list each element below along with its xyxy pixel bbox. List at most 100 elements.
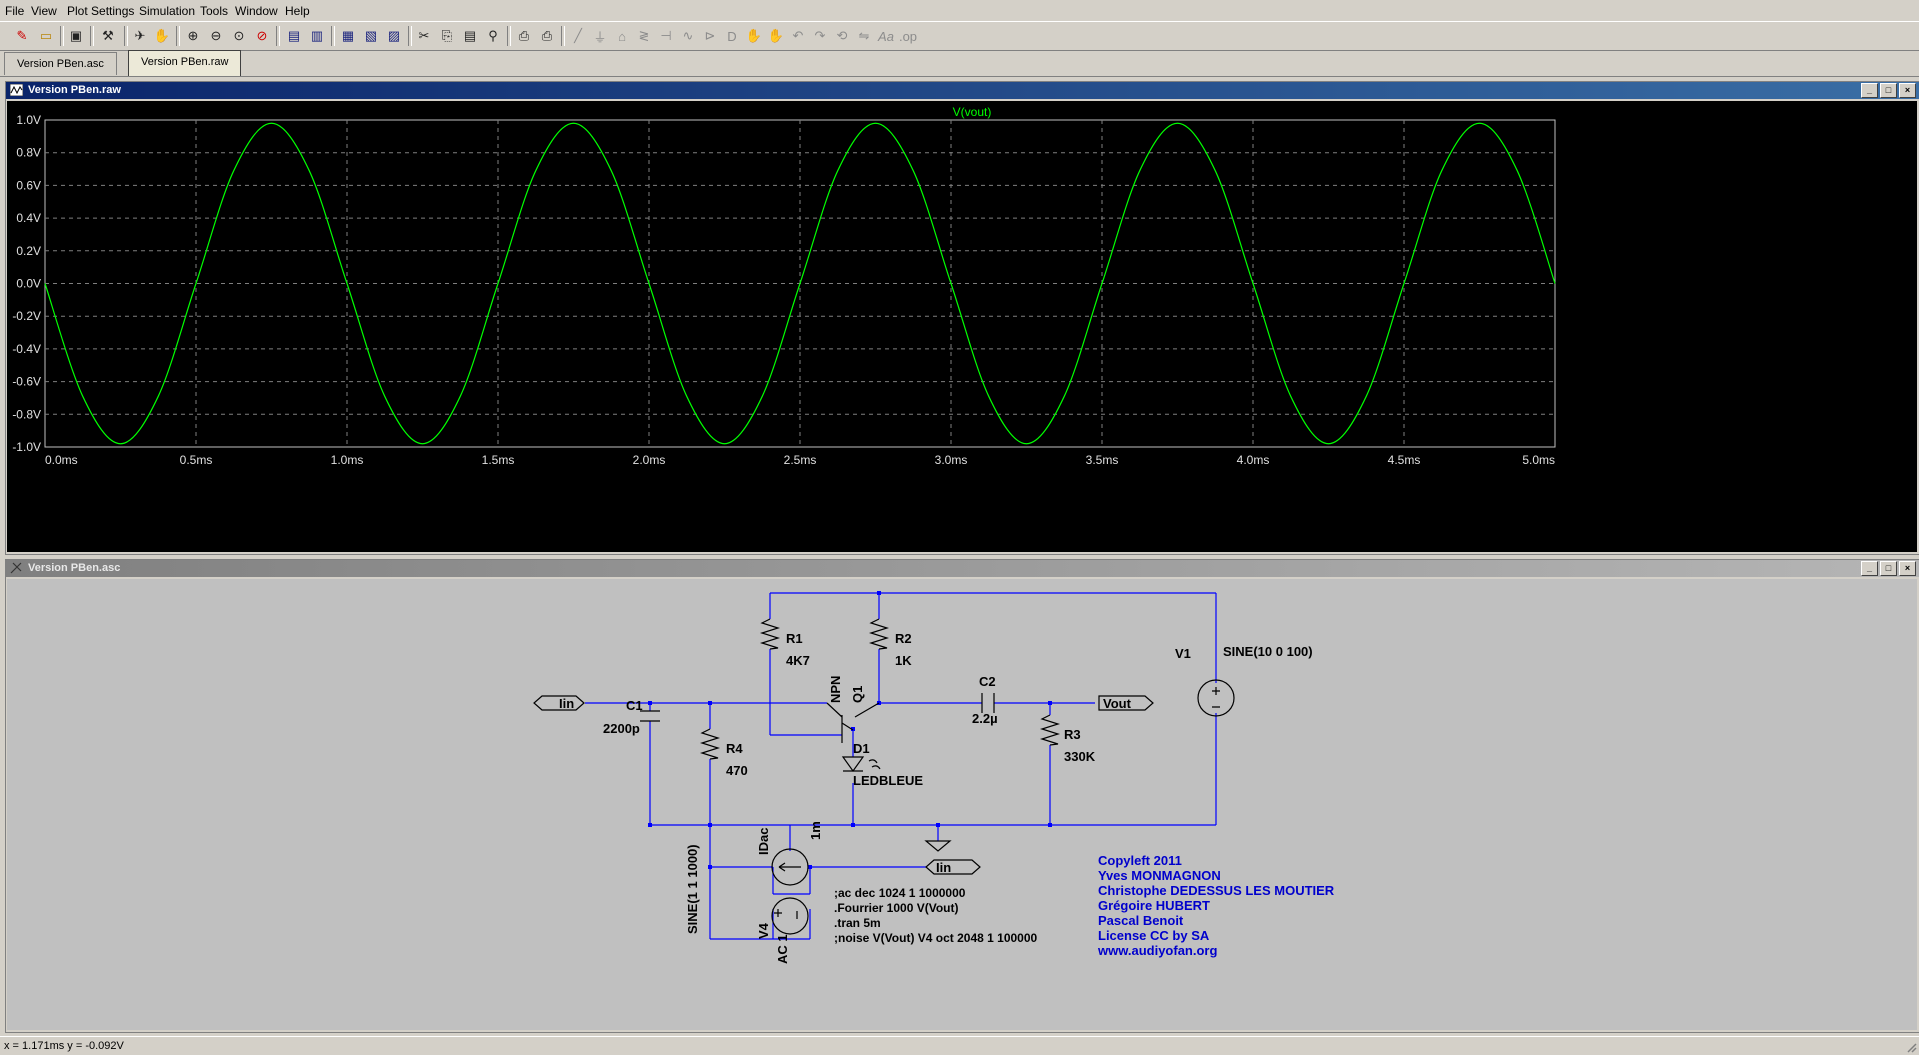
toolbar-separator	[408, 26, 412, 46]
tile-vertical-icon[interactable]: ▧	[361, 26, 381, 46]
maximize-button[interactable]: □	[1880, 561, 1897, 576]
print-preview-icon[interactable]: ⎙	[514, 26, 534, 46]
y-tick-label: -0.4V	[12, 342, 41, 356]
x-tick-label: 4.5ms	[1388, 453, 1421, 467]
menu-tools[interactable]: Tools	[200, 4, 228, 18]
rotate-icon[interactable]: ⟲	[832, 26, 852, 46]
directive-tran[interactable]: .tran 5m	[834, 916, 881, 930]
capacitor-icon[interactable]: ⊣	[656, 26, 676, 46]
close-button[interactable]: ×	[1899, 561, 1916, 576]
schematic-canvas[interactable]: R1 4K7 R2 1K R4 470 R3 330K C1 2200p C2 …	[7, 579, 1917, 1030]
zoom-cancel-icon[interactable]: ⊘	[252, 26, 272, 46]
x-tick-label: 3.5ms	[1086, 453, 1119, 467]
v1-name: V1	[1175, 646, 1191, 661]
credit-line: Grégoire HUBERT	[1098, 898, 1210, 913]
autorange-icon[interactable]: ▤	[284, 26, 304, 46]
menu-plot-settings[interactable]: Plot Settings	[67, 4, 134, 18]
cascade-icon[interactable]: ▨	[384, 26, 404, 46]
drag-icon[interactable]: ✋	[766, 26, 786, 46]
resize-grip-icon[interactable]	[1905, 1041, 1917, 1053]
v4-name: V4	[756, 922, 771, 939]
diode-icon[interactable]: ⊳	[700, 26, 720, 46]
v4-ac: AC 1	[775, 934, 790, 964]
x-tick-label: 1.0ms	[331, 453, 364, 467]
menu-simulation[interactable]: Simulation	[139, 4, 195, 18]
x-tick-label: 2.0ms	[633, 453, 666, 467]
new-schematic-icon[interactable]: ✎	[12, 26, 32, 46]
add-trace-icon[interactable]: ▥	[307, 26, 327, 46]
resistor-icon[interactable]: ≷	[634, 26, 654, 46]
waveform-plot[interactable]: V(vout) 0.0ms 0.5ms 1.0ms 1.5ms 2.0ms 2.5ms 3.…	[7, 101, 1917, 552]
directive-fourier[interactable]: .Fourrier 1000 V(Vout)	[834, 901, 958, 915]
close-button[interactable]: ×	[1899, 83, 1916, 98]
resistor-r3	[1039, 714, 1061, 746]
print-icon[interactable]: ⎙	[537, 26, 557, 46]
menu-help[interactable]: Help	[285, 4, 310, 18]
schematic-window-titlebar[interactable]: Version PBen.asc _ □ ×	[6, 560, 1919, 577]
text-icon[interactable]: Aa	[876, 26, 896, 46]
y-tick-label: 0.6V	[16, 178, 41, 192]
zoom-in-icon[interactable]: ⊕	[183, 26, 203, 46]
spice-directive-icon[interactable]: .op	[898, 26, 918, 46]
x-tick-label: 1.5ms	[482, 453, 515, 467]
inductor-icon[interactable]: ∿	[678, 26, 698, 46]
menu-window[interactable]: Window	[235, 4, 278, 18]
ground-symbol	[924, 840, 952, 852]
menu-file[interactable]: File	[5, 4, 24, 18]
x-tick-label: 3.0ms	[935, 453, 968, 467]
maximize-button[interactable]: □	[1880, 83, 1897, 98]
y-tick-label: 0.8V	[16, 146, 41, 160]
toolbar-separator	[124, 26, 128, 46]
zoom-full-icon[interactable]: ⊙	[229, 26, 249, 46]
cursor-coordinates: x = 1.171ms y = -0.092V	[4, 1040, 124, 1052]
schematic-app-icon	[10, 562, 22, 574]
y-tick-label: -0.6V	[12, 375, 41, 389]
idac-value: 1m	[808, 821, 823, 840]
cut-icon[interactable]: ✂	[414, 26, 434, 46]
tile-horizontal-icon[interactable]: ▦	[338, 26, 358, 46]
label-net-icon[interactable]: ⌂	[612, 26, 632, 46]
r3-value: 330K	[1064, 749, 1096, 764]
copy-icon[interactable]: ⎘	[437, 26, 457, 46]
move-icon[interactable]: ✋	[744, 26, 764, 46]
document-tabs: Version PBen.asc Version PBen.raw	[0, 50, 1919, 77]
waveform-window-title: Version PBen.raw	[28, 84, 121, 96]
minimize-button[interactable]: _	[1861, 561, 1878, 576]
minimize-button[interactable]: _	[1861, 83, 1878, 98]
redo-icon[interactable]: ↷	[810, 26, 830, 46]
waveform-window-titlebar[interactable]: Version PBen.raw _ □ ×	[6, 82, 1919, 99]
waveform-window: Version PBen.raw _ □ × V(vout) 0.0ms 0.5m…	[5, 81, 1919, 555]
undo-icon[interactable]: ↶	[788, 26, 808, 46]
component-icon[interactable]: D	[722, 26, 742, 46]
tab-waveform[interactable]: Version PBen.raw	[128, 50, 242, 76]
save-icon[interactable]: ▣	[66, 26, 86, 46]
y-tick-label: -0.8V	[12, 407, 41, 421]
zoom-out-icon[interactable]: ⊖	[206, 26, 226, 46]
diode-d1	[841, 756, 865, 773]
schematic-window-title: Version PBen.asc	[28, 562, 121, 574]
trace-label[interactable]: V(vout)	[953, 105, 992, 119]
net-label-iin-2	[925, 859, 981, 875]
halt-icon[interactable]: ✋	[152, 26, 172, 46]
directive-ac[interactable]: ;ac dec 1024 1 1000000	[834, 886, 966, 900]
find-icon[interactable]: ⚲	[483, 26, 503, 46]
toolbar-separator	[176, 26, 180, 46]
open-icon[interactable]: ▭	[36, 26, 56, 46]
run-icon[interactable]: ✈	[130, 26, 150, 46]
ground-icon[interactable]: ⏚	[590, 26, 610, 46]
resistor-r2	[868, 618, 890, 650]
y-tick-label: -1.0V	[12, 440, 41, 454]
wire-icon[interactable]: ╱	[568, 26, 588, 46]
control-panel-icon[interactable]: ⚒	[98, 26, 118, 46]
mirror-icon[interactable]: ⇋	[854, 26, 874, 46]
toolbar-separator	[60, 26, 64, 46]
directive-noise[interactable]: ;noise V(Vout) V4 oct 2048 1 100000	[834, 931, 1038, 945]
r1-name: R1	[786, 631, 803, 646]
menu-view[interactable]: View	[31, 4, 57, 18]
d1-value: LEDBLEUE	[853, 773, 923, 788]
net-vout-text: Vout	[1103, 696, 1132, 711]
paste-icon[interactable]: ▤	[460, 26, 480, 46]
net-iin-text: Iin	[559, 696, 574, 711]
tab-schematic[interactable]: Version PBen.asc	[4, 52, 117, 75]
toolbar: ✎ ▭ ▣ ⚒ ✈ ✋ ⊕ ⊖ ⊙ ⊘ ▤ ▥ ▦ ▧ ▨ ✂ ⎘ ▤ ⚲ ⎙ …	[0, 21, 1919, 51]
